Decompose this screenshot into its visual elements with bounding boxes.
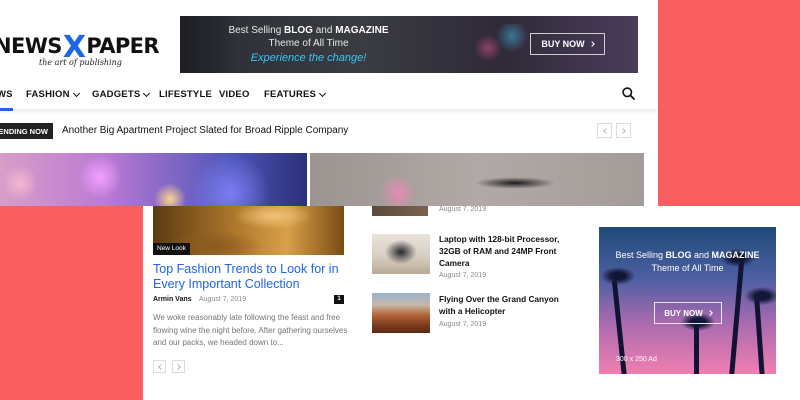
article-title-link[interactable]: Top Fashion Trends to Look for in Every … <box>153 262 349 292</box>
nav-label: WS <box>0 89 13 100</box>
chevron-right-icon <box>619 127 626 134</box>
ad-headline: Best Selling BLOG and MAGAZINE <box>599 250 776 260</box>
logo-text-paper: PAPER <box>86 34 159 58</box>
banner-headline: Best Selling BLOG and MAGAZINE <box>226 25 391 36</box>
chevron-down-icon <box>143 89 151 97</box>
featured-image-vr-headset[interactable] <box>310 153 644 206</box>
palm-leaves <box>745 287 776 305</box>
side-post-title-link[interactable]: Flying Over the Grand Canyon with a Heli… <box>439 293 564 317</box>
main-navigation: WS FASHION GADGETS LIFESTYLE VIDEO FEATU… <box>0 78 658 111</box>
ad-subline: Theme of All Time <box>651 263 724 273</box>
banner-buy-now-button[interactable]: BUY NOW <box>530 33 605 55</box>
trending-badge-label: ENDING NOW <box>0 126 48 136</box>
palm-trunk <box>728 260 745 374</box>
block-next-button[interactable] <box>172 360 185 373</box>
side-post-title-link[interactable]: Laptop with 128-bit Processor, 32GB of R… <box>439 233 564 269</box>
side-post-date: August 7, 2019 <box>439 321 487 328</box>
decorative-coral-block-right <box>658 0 800 208</box>
banner-text: Best Selling <box>228 25 285 36</box>
side-post-thumbnail-laptop[interactable] <box>372 234 430 274</box>
search-icon[interactable] <box>622 87 635 100</box>
site-logo[interactable]: NEWSXPAPER the art of publishing <box>0 30 164 70</box>
palm-trunk <box>754 294 765 374</box>
chevron-down-icon <box>319 89 327 97</box>
header-banner-ad[interactable]: Best Selling BLOG and MAGAZINE Theme of … <box>180 16 638 73</box>
chevron-left-icon <box>157 363 164 370</box>
nav-item-fashion[interactable]: FASHION <box>26 89 80 100</box>
nav-item-video[interactable]: VIDEO <box>219 89 250 100</box>
ad-text: Best Selling <box>615 250 666 260</box>
chevron-left-icon <box>602 127 609 134</box>
chevron-right-icon <box>174 363 181 370</box>
ad-text-blog: BLOG <box>665 250 692 260</box>
nav-label: VIDEO <box>219 89 250 100</box>
trending-now-badge: ENDING NOW <box>0 123 53 139</box>
content-section-screenshot: New Look Top Fashion Trends to Look for … <box>143 206 800 400</box>
chevron-right-icon <box>706 310 713 316</box>
sidebar-ad[interactable]: Best Selling BLOG and MAGAZINE Theme of … <box>599 227 776 374</box>
side-post-date: August 7, 2019 <box>439 272 487 279</box>
trending-next-button[interactable] <box>616 123 631 138</box>
nav-label: LIFESTYLE <box>159 89 212 100</box>
nav-item-features[interactable]: FEATURES <box>264 89 327 100</box>
nav-item-lifestyle[interactable]: LIFESTYLE <box>159 89 212 100</box>
side-post-thumbnail[interactable] <box>372 206 428 216</box>
nav-item-gadgets[interactable]: GADGETS <box>92 89 151 100</box>
category-badge[interactable]: New Look <box>153 243 190 255</box>
ad-size-label: 300 x 250 Ad <box>616 356 657 363</box>
nav-label: FASHION <box>26 89 70 100</box>
comment-count-badge[interactable]: 1 <box>334 295 344 304</box>
trending-prev-button[interactable] <box>597 123 612 138</box>
nav-item-news[interactable]: WS <box>0 89 13 111</box>
side-post-date: August 7, 2019 <box>439 206 487 213</box>
nav-label: FEATURES <box>264 89 317 100</box>
banner-subline: Theme of All Time <box>268 38 349 49</box>
ad-text: and <box>691 250 712 260</box>
featured-image-fashion-lights[interactable] <box>0 153 307 206</box>
chevron-down-icon <box>72 89 80 97</box>
ad-buy-now-button[interactable]: BUY NOW <box>654 302 722 324</box>
logo-text-news: NEWS <box>0 34 62 58</box>
banner-text-magazine: MAGAZINE <box>335 25 389 36</box>
decorative-coral-block-left <box>0 206 143 400</box>
banner-tagline: Experience the change! <box>250 52 367 64</box>
article-author[interactable]: Armin Vans <box>153 296 192 303</box>
logo-tagline: the art of publishing <box>39 58 122 67</box>
block-prev-button[interactable] <box>153 360 166 373</box>
article-excerpt: We woke reasonably late following the fe… <box>153 313 348 347</box>
chevron-right-icon <box>588 41 595 47</box>
article-date: August 7, 2019 <box>199 296 247 303</box>
nav-label: GADGETS <box>92 89 141 100</box>
buy-now-label: BUY NOW <box>541 39 585 49</box>
page-header-screenshot: NEWSXPAPER the art of publishing Best Se… <box>0 0 658 206</box>
banner-keyboard-glow <box>470 24 530 64</box>
banner-text: and <box>312 25 336 36</box>
buy-now-label: BUY NOW <box>664 308 703 318</box>
ad-text-magazine: MAGAZINE <box>711 250 760 260</box>
banner-text-blog: BLOG <box>284 25 313 36</box>
trending-headline-link[interactable]: Another Big Apartment Project Slated for… <box>62 125 348 136</box>
side-post-thumbnail-canyon[interactable] <box>372 293 430 333</box>
